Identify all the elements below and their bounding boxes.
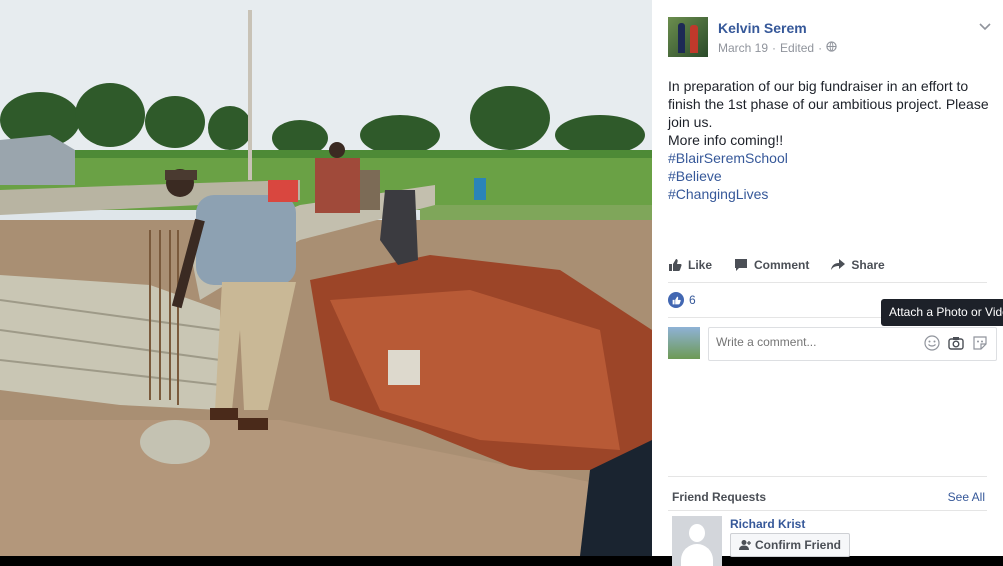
confirm-friend-button[interactable]: Confirm Friend: [730, 533, 850, 557]
divider: [668, 476, 987, 477]
emoji-icon[interactable]: [924, 335, 940, 351]
author-avatar[interactable]: [668, 17, 708, 57]
friend-request-name[interactable]: Richard Krist: [730, 517, 805, 531]
divider: [668, 282, 987, 283]
like-reaction-icon: [668, 292, 684, 308]
post-meta: March 19 · Edited ·: [718, 41, 837, 55]
post-text: In preparation of our big fundraiser in …: [668, 77, 998, 203]
hashtag-link[interactable]: #Believe: [668, 167, 998, 185]
friend-request-avatar[interactable]: [672, 516, 722, 566]
tooltip-text: Attach a Photo or Video: [889, 305, 1003, 319]
post-photo[interactable]: [0, 0, 652, 556]
post-actions: Like Comment Share: [668, 258, 885, 272]
post-date[interactable]: March 19: [718, 41, 768, 55]
see-all-link[interactable]: See All: [948, 490, 985, 504]
edited-label[interactable]: Edited: [780, 41, 814, 55]
comment-box[interactable]: [708, 327, 997, 361]
post-line: join us.: [668, 114, 713, 130]
comment-tools: [924, 335, 988, 351]
post-line: finish the 1st phase of our ambitious pr…: [668, 96, 989, 112]
reactions-summary[interactable]: 6: [668, 292, 696, 308]
chevron-down-icon[interactable]: [979, 18, 991, 34]
friend-requests-title: Friend Requests: [672, 490, 767, 504]
comment-button[interactable]: Comment: [734, 258, 809, 272]
hashtag-link[interactable]: #BlairSeremSchool: [668, 149, 998, 167]
post-sidebar: Kelvin Serem March 19 · Edited · In prep…: [652, 0, 1003, 566]
attach-tooltip: Attach a Photo or Video: [881, 299, 1003, 326]
confirm-friend-label: Confirm Friend: [755, 538, 841, 552]
divider: [668, 510, 987, 511]
commenter-avatar[interactable]: [668, 327, 700, 359]
post-line: More info coming!!: [668, 132, 784, 148]
add-friend-icon: [739, 540, 751, 550]
thumbs-up-icon: [669, 259, 682, 271]
like-label: Like: [688, 258, 713, 272]
hashtag-link[interactable]: #ChangingLives: [668, 185, 998, 203]
comment-input[interactable]: [714, 334, 888, 350]
comment-label: Comment: [754, 258, 810, 272]
share-icon: [831, 259, 846, 270]
share-label: Share: [851, 258, 885, 272]
share-button[interactable]: Share: [831, 258, 885, 272]
comment-icon: [735, 259, 748, 271]
globe-icon[interactable]: [826, 41, 837, 55]
reaction-count: 6: [689, 293, 696, 307]
construction-photo: [0, 0, 652, 556]
sticker-icon[interactable]: [972, 335, 988, 351]
post-line: In preparation of our big fundraiser in …: [668, 78, 969, 94]
author-name[interactable]: Kelvin Serem: [718, 20, 807, 36]
like-button[interactable]: Like: [668, 258, 712, 272]
camera-icon[interactable]: [948, 335, 964, 351]
